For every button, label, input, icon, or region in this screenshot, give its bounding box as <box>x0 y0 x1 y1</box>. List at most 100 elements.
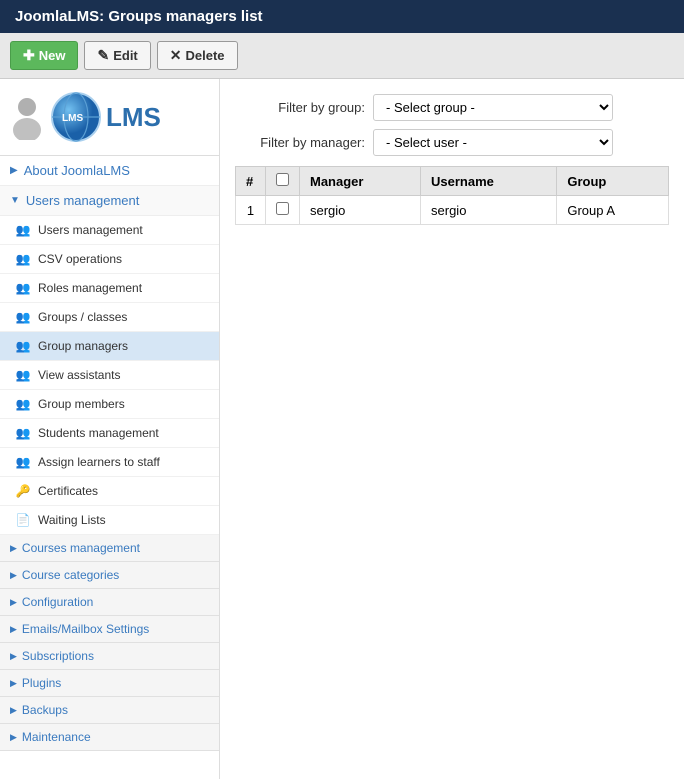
certificates-icon: 🔑 <box>14 482 32 500</box>
filter-by-manager-label: Filter by manager: <box>235 135 365 150</box>
select-group-dropdown[interactable]: - Select group - <box>373 94 613 121</box>
plugins-label: Plugins <box>22 676 61 690</box>
delete-button[interactable]: ✕ Delete <box>157 41 238 70</box>
chevron-right-maintenance-icon: ▶ <box>10 732 17 743</box>
groups-icon: 👥 <box>14 308 32 326</box>
roles-icon: 👥 <box>14 279 32 297</box>
sidebar-section-backups[interactable]: ▶ Backups <box>0 697 219 724</box>
chevron-down-icon <box>10 195 20 206</box>
svg-text:LMS: LMS <box>62 113 83 124</box>
col-header-group: Group <box>557 167 669 196</box>
edit-button[interactable]: ✎ Edit <box>84 41 150 70</box>
edit-label: Edit <box>113 48 138 63</box>
sidebar-item-groups-classes[interactable]: 👥 Groups / classes <box>0 303 219 332</box>
users-management-icon: 👥 <box>14 221 32 239</box>
col-header-check <box>266 167 300 196</box>
sidebar-item-assign-learners[interactable]: 👥 Assign learners to staff <box>0 448 219 477</box>
filter-by-group-label: Filter by group: <box>235 100 365 115</box>
group-members-label: Group members <box>38 397 125 411</box>
logo-area: LMS LMS <box>0 79 219 156</box>
filter-manager-row: Filter by manager: - Select user - <box>235 129 669 156</box>
toolbar: ✚ New ✎ Edit ✕ Delete <box>0 33 684 79</box>
plus-icon: ✚ <box>23 47 35 64</box>
subscriptions-label: Subscriptions <box>22 649 94 663</box>
sidebar-section-emails[interactable]: ▶ Emails/Mailbox Settings <box>0 616 219 643</box>
certificates-label: Certificates <box>38 484 98 498</box>
sidebar-section-configuration[interactable]: ▶ Configuration <box>0 589 219 616</box>
waiting-lists-icon: 📄 <box>14 511 32 529</box>
sidebar-item-about[interactable]: About JoomlaLMS <box>0 156 219 186</box>
delete-label: Delete <box>186 48 225 63</box>
about-label: About JoomlaLMS <box>24 163 130 178</box>
users-management-section-label: Users management <box>26 193 139 208</box>
edit-icon: ✎ <box>97 47 109 64</box>
col-header-manager: Manager <box>300 167 421 196</box>
row-checkbox-cell <box>266 196 300 225</box>
backups-label: Backups <box>22 703 68 717</box>
row-checkbox[interactable] <box>276 202 289 215</box>
row-num: 1 <box>236 196 266 225</box>
csv-label: CSV operations <box>38 252 122 266</box>
view-assistants-icon: 👥 <box>14 366 32 384</box>
main-layout: LMS LMS About JoomlaLMS Users management… <box>0 79 684 779</box>
sidebar-item-users-management[interactable]: 👥 Users management <box>0 216 219 245</box>
chevron-right-categories-icon: ▶ <box>10 570 17 581</box>
sidebar-item-students-management[interactable]: 👥 Students management <box>0 419 219 448</box>
delete-icon: ✕ <box>170 47 182 64</box>
sidebar-section-subscriptions[interactable]: ▶ Subscriptions <box>0 643 219 670</box>
group-members-icon: 👥 <box>14 395 32 413</box>
sidebar-item-group-members[interactable]: 👥 Group members <box>0 390 219 419</box>
sidebar: LMS LMS About JoomlaLMS Users management… <box>0 79 220 779</box>
col-header-num: # <box>236 167 266 196</box>
chevron-right-backups-icon: ▶ <box>10 705 17 716</box>
configuration-label: Configuration <box>22 595 93 609</box>
row-group: Group A <box>557 196 669 225</box>
group-managers-icon: 👥 <box>14 337 32 355</box>
table-row: 1 sergio sergio Group A <box>236 196 669 225</box>
person-icon <box>8 95 46 140</box>
lms-logo-text: LMS <box>106 102 161 133</box>
content-area: Filter by group: - Select group - Filter… <box>220 79 684 779</box>
students-label: Students management <box>38 426 159 440</box>
chevron-right-config-icon: ▶ <box>10 597 17 608</box>
students-icon: 👥 <box>14 424 32 442</box>
course-categories-label: Course categories <box>22 568 119 582</box>
sidebar-item-csv-operations[interactable]: 👥 CSV operations <box>0 245 219 274</box>
select-user-dropdown[interactable]: - Select user - <box>373 129 613 156</box>
sidebar-section-plugins[interactable]: ▶ Plugins <box>0 670 219 697</box>
col-header-username: Username <box>421 167 557 196</box>
users-management-label: Users management <box>38 223 143 237</box>
new-button[interactable]: ✚ New <box>10 41 78 70</box>
sidebar-item-roles-management[interactable]: 👥 Roles management <box>0 274 219 303</box>
sidebar-section-course-categories[interactable]: ▶ Course categories <box>0 562 219 589</box>
title-bar: JoomlaLMS: Groups managers list <box>0 0 684 33</box>
chevron-right-plugins-icon: ▶ <box>10 678 17 689</box>
sidebar-section-courses-management[interactable]: ▶ Courses management <box>0 535 219 562</box>
row-manager: sergio <box>300 196 421 225</box>
sidebar-item-waiting-lists[interactable]: 📄 Waiting Lists <box>0 506 219 535</box>
sidebar-section-maintenance[interactable]: ▶ Maintenance <box>0 724 219 751</box>
courses-management-label: Courses management <box>22 541 140 555</box>
chevron-right-emails-icon: ▶ <box>10 624 17 635</box>
chevron-right-courses-icon: ▶ <box>10 543 17 554</box>
page-title: JoomlaLMS: Groups managers list <box>15 8 263 25</box>
new-label: New <box>39 48 66 63</box>
select-all-checkbox[interactable] <box>276 173 289 186</box>
sidebar-section-users-management[interactable]: Users management <box>0 186 219 216</box>
assign-learners-label: Assign learners to staff <box>38 455 160 469</box>
view-assistants-label: View assistants <box>38 368 120 382</box>
chevron-right-subs-icon: ▶ <box>10 651 17 662</box>
table-header-row: # Manager Username Group <box>236 167 669 196</box>
sidebar-item-group-managers[interactable]: 👥 Group managers <box>0 332 219 361</box>
groups-classes-label: Groups / classes <box>38 310 127 324</box>
sidebar-item-view-assistants[interactable]: 👥 View assistants <box>0 361 219 390</box>
assign-learners-icon: 👥 <box>14 453 32 471</box>
sidebar-item-certificates[interactable]: 🔑 Certificates <box>0 477 219 506</box>
maintenance-label: Maintenance <box>22 730 91 744</box>
filter-group-row: Filter by group: - Select group - <box>235 94 669 121</box>
waiting-lists-label: Waiting Lists <box>38 513 106 527</box>
groups-managers-table: # Manager Username Group 1 sergio serg <box>235 166 669 225</box>
emails-label: Emails/Mailbox Settings <box>22 622 149 636</box>
chevron-right-icon <box>10 165 18 176</box>
users-management-items: 👥 Users management 👥 CSV operations 👥 Ro… <box>0 216 219 535</box>
